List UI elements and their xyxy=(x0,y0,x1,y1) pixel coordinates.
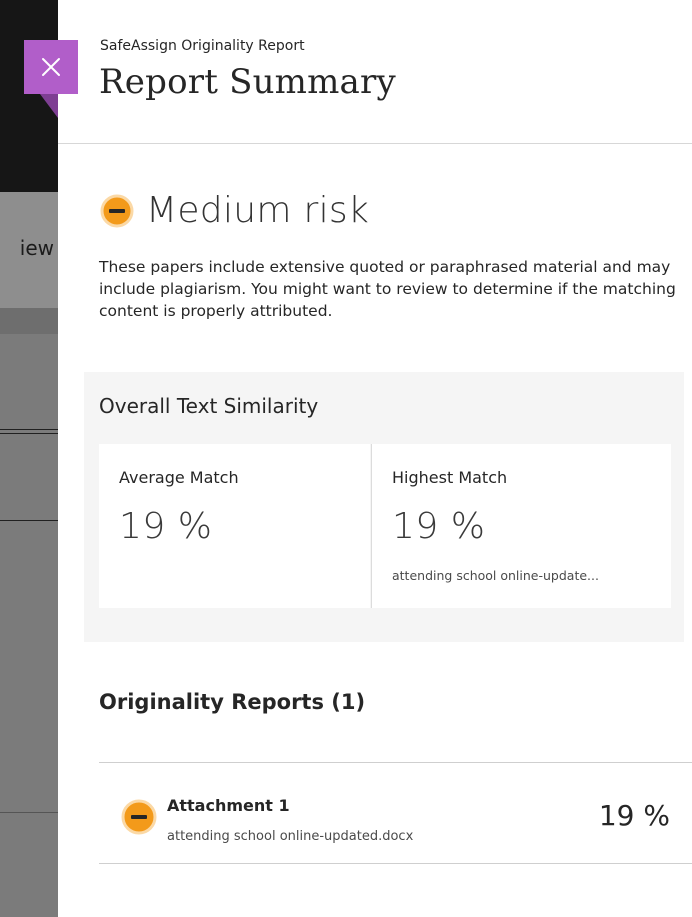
risk-title: Medium risk xyxy=(146,190,370,231)
risk-description: These papers include extensive quoted or… xyxy=(99,258,676,320)
report-label: SafeAssign Originality Report xyxy=(100,38,305,54)
page-title: Report Summary xyxy=(99,62,396,102)
average-match-value: 19 % xyxy=(119,506,213,547)
highest-match-file[interactable]: attending school online-update... xyxy=(392,568,599,583)
background-band xyxy=(0,308,58,334)
similarity-title: Overall Text Similarity xyxy=(99,394,319,418)
risk-level: Medium risk xyxy=(100,190,369,231)
highest-match-value: 19 % xyxy=(392,506,486,547)
attachment-file: attending school online-updated.docx xyxy=(167,829,414,844)
close-button-tab xyxy=(40,94,58,118)
attachment-percent: 19 % xyxy=(598,799,670,832)
close-button[interactable] xyxy=(24,40,78,94)
report-summary-panel: SafeAssign Originality Report Report Sum… xyxy=(58,0,692,917)
highest-match-card[interactable]: Highest Match 19 % attending school onli… xyxy=(371,444,671,608)
minus-circle-icon xyxy=(121,799,157,835)
background-divider xyxy=(0,812,58,813)
background-divider xyxy=(0,433,58,434)
overall-similarity-section: Overall Text Similarity Average Match 19… xyxy=(84,372,684,642)
average-match-label: Average Match xyxy=(119,468,239,487)
background-divider xyxy=(0,520,58,521)
minus-circle-icon xyxy=(100,194,134,227)
background-text: iew xyxy=(19,236,54,260)
originality-report-item[interactable]: Attachment 1 attending school online-upd… xyxy=(99,762,692,864)
attachment-name[interactable]: Attachment 1 xyxy=(167,796,290,815)
average-match-card: Average Match 19 % xyxy=(99,444,370,608)
close-icon xyxy=(42,58,60,76)
background-divider xyxy=(0,429,58,430)
originality-reports-title: Originality Reports (1) xyxy=(99,690,366,714)
highest-match-label: Highest Match xyxy=(392,468,508,487)
panel-header: SafeAssign Originality Report Report Sum… xyxy=(58,0,692,144)
